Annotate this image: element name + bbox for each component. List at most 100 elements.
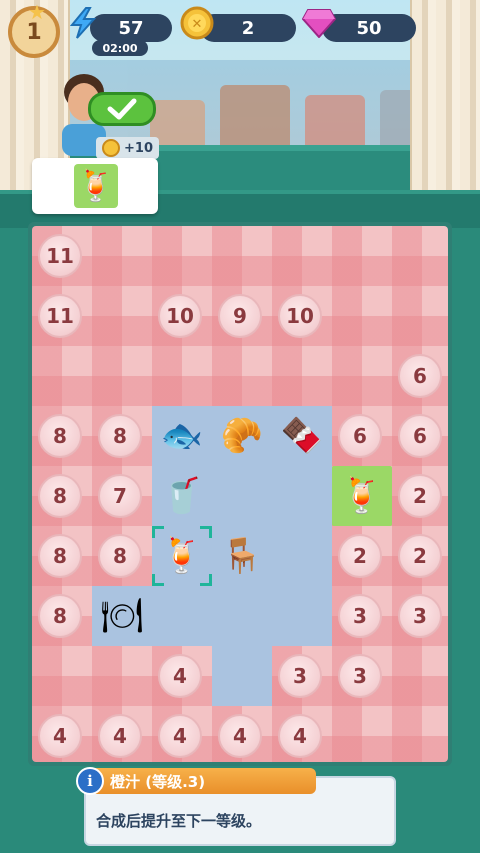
gem-icon	[302, 6, 336, 40]
cocktail-icon: 🍹	[340, 476, 384, 516]
lock-level-label: 2	[398, 474, 442, 518]
lock-level-label: 4	[218, 714, 262, 758]
lock-level-label: 3	[278, 654, 322, 698]
empty-plate-item[interactable]: 🍽	[92, 586, 152, 646]
coin-icon	[102, 139, 120, 157]
sausage-roll-item[interactable]: 🥐	[212, 406, 272, 466]
lock-level-label: 6	[398, 354, 442, 398]
locked-cell[interactable]: 8	[90, 526, 150, 586]
locked-cell[interactable]: 11	[32, 286, 90, 346]
svg-text:✕: ✕	[192, 17, 203, 32]
locked-cell[interactable]: 4	[32, 706, 90, 762]
locked-cell[interactable]: 2	[330, 526, 390, 586]
lock-level-label: 3	[398, 594, 442, 638]
locked-cell[interactable]: 3	[270, 646, 330, 706]
energy-counter[interactable]: 57	[90, 14, 172, 42]
lock-level-label: 9	[218, 294, 262, 338]
locked-cell[interactable]: 3	[390, 586, 448, 646]
locked-cell[interactable]: 2	[390, 526, 448, 586]
lock-level-label: 10	[158, 294, 202, 338]
icecream-bar-icon: 🍫	[280, 416, 324, 456]
coin-icon: ✕	[180, 6, 214, 40]
strawberry-smoothie-item[interactable]: 🥤	[152, 466, 212, 526]
orange-juice-item[interactable]: 🍹	[152, 526, 212, 586]
energy-value: 57	[118, 17, 144, 39]
lock-level-label: 4	[38, 714, 82, 758]
locked-cell[interactable]: 6	[390, 406, 448, 466]
locked-cell[interactable]: 7	[90, 466, 150, 526]
locked-cell[interactable]: 4	[150, 646, 210, 706]
locked-cell[interactable]: 8	[32, 466, 90, 526]
locked-cell[interactable]: 3	[330, 646, 390, 706]
locked-cell[interactable]: 10	[150, 286, 210, 346]
gems-counter[interactable]: 50	[322, 14, 416, 42]
lock-level-label: 8	[38, 414, 82, 458]
lock-level-label: 3	[338, 594, 382, 638]
lock-level-label: 3	[338, 654, 382, 698]
coins-counter[interactable]: 2	[200, 14, 296, 42]
lock-level-label: 2	[338, 534, 382, 578]
locked-cell[interactable]: 8	[32, 406, 90, 466]
lock-level-label: 8	[98, 534, 142, 578]
locked-cell[interactable]: 6	[390, 346, 448, 406]
lock-level-label: 4	[98, 714, 142, 758]
reward-value: +10	[124, 140, 153, 156]
lock-level-label: 6	[398, 414, 442, 458]
lock-level-label: 10	[278, 294, 322, 338]
level-badge[interactable]: ★ 1	[8, 0, 60, 58]
empty-plate-icon: 🍽	[100, 596, 144, 636]
orange-juice-icon: 🍹	[160, 536, 204, 576]
merge-board: 11 11 10 9 10 6 8 8 6 6 8 7 2 8 8 2 2 8 3 3 4 3 3 4 4 4 4 4 🐟 🥐 🍫 🥤 🍹 🍹 🪑 🍽	[32, 226, 448, 762]
cocktail-item[interactable]: 🍹	[332, 466, 392, 526]
gems-value: 50	[356, 17, 382, 39]
stool-generator-item[interactable]: 🪑	[212, 526, 272, 586]
locked-cell[interactable]: 4	[270, 706, 330, 762]
star-icon: ★	[28, 0, 46, 24]
lock-level-label: 6	[338, 414, 382, 458]
fish-plate-item[interactable]: 🐟	[152, 406, 212, 466]
cocktail-icon: 🍹	[74, 164, 118, 208]
item-description: 合成后提升至下一等级。	[96, 812, 262, 830]
coins-value: 2	[241, 17, 255, 39]
item-name-level: 橙汁 (等级.3)	[110, 772, 206, 791]
lock-level-label: 11	[38, 234, 82, 278]
locked-cell[interactable]: 4	[90, 706, 150, 762]
lock-level-label: 2	[398, 534, 442, 578]
locked-cell[interactable]: 10	[270, 286, 330, 346]
locked-cell[interactable]: 8	[32, 586, 90, 646]
order-reward: +10	[96, 137, 159, 159]
locked-cell[interactable]: 6	[330, 406, 390, 466]
locked-cell[interactable]: 3	[330, 586, 390, 646]
lock-level-label: 7	[98, 474, 142, 518]
item-info-title: 橙汁 (等级.3)	[84, 768, 316, 794]
unlocked-area	[212, 646, 272, 706]
pizza-shop	[305, 95, 365, 150]
order-complete-button[interactable]	[88, 92, 156, 126]
lock-level-label: 8	[38, 534, 82, 578]
lock-level-label: 4	[278, 714, 322, 758]
lock-level-label: 11	[38, 294, 82, 338]
right-curtain	[410, 0, 480, 205]
locked-cell[interactable]: 8	[32, 526, 90, 586]
locked-cell[interactable]: 9	[210, 286, 270, 346]
sausage-roll-icon: 🥐	[220, 416, 264, 456]
checkmark-icon	[107, 98, 137, 120]
lock-level-label: 4	[158, 654, 202, 698]
fish-plate-icon: 🐟	[160, 416, 204, 456]
locked-cell[interactable]: 2	[390, 466, 448, 526]
info-icon[interactable]: i	[76, 767, 104, 795]
lock-level-label: 8	[38, 474, 82, 518]
stool-generator-icon: 🪑	[220, 536, 264, 576]
lock-level-label: 8	[38, 594, 82, 638]
locked-cell[interactable]: 11	[32, 226, 90, 286]
energy-bolt-icon	[66, 6, 100, 40]
lock-level-label: 4	[158, 714, 202, 758]
locked-cell[interactable]: 8	[90, 406, 150, 466]
locked-cell[interactable]: 4	[210, 706, 270, 762]
strawberry-smoothie-icon: 🥤	[160, 476, 204, 516]
icecream-bar-item[interactable]: 🍫	[272, 406, 332, 466]
order-card[interactable]: 🍹	[32, 158, 158, 214]
locked-cell[interactable]: 4	[150, 706, 210, 762]
energy-timer: 02:00	[92, 40, 148, 56]
cafe-shop	[220, 85, 290, 150]
